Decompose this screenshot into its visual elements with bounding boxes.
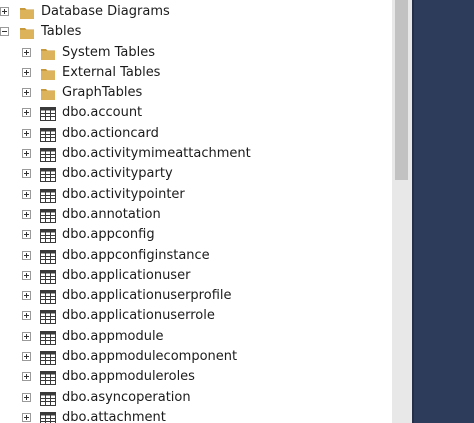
tree-node-label: Tables	[41, 24, 82, 40]
expand-icon[interactable]	[22, 392, 31, 402]
object-explorer-tree: Database Diagrams Tables System Tables Exte…	[0, 2, 392, 423]
tree-node-dbo-activityparty[interactable]: dbo.activityparty	[0, 164, 392, 184]
table-icon	[40, 309, 56, 328]
tree-node-external-tables[interactable]: External Tables	[0, 63, 392, 83]
tree-node-dbo-appconfig[interactable]: dbo.appconfig	[0, 225, 392, 245]
tree-node-graphtables[interactable]: GraphTables	[0, 83, 392, 103]
table-icon	[40, 188, 56, 207]
tree-node-dbo-asyncoperation[interactable]: dbo.asyncoperation	[0, 388, 392, 408]
expand-icon[interactable]	[22, 250, 31, 260]
table-icon	[40, 249, 56, 268]
tree-node-dbo-applicationuserprofile[interactable]: dbo.applicationuserprofile	[0, 286, 392, 306]
tree-node-dbo-account[interactable]: dbo.account	[0, 103, 392, 123]
tree-node-dbo-applicationuser[interactable]: dbo.applicationuser	[0, 266, 392, 286]
tree-node-label: dbo.attachment	[62, 409, 166, 423]
tree-node-label: dbo.account	[62, 105, 143, 121]
tree-node-dbo-appmoduleroles[interactable]: dbo.appmoduleroles	[0, 367, 392, 387]
tree-node-database-diagrams[interactable]: Database Diagrams	[0, 2, 392, 22]
tree-node-label: Database Diagrams	[41, 4, 170, 19]
object-explorer-tree-pane: Database Diagrams Tables System Tables Exte…	[0, 0, 392, 423]
tree-node-dbo-activitymimeattachment[interactable]: dbo.activitymimeattachment	[0, 144, 392, 164]
table-icon	[40, 411, 56, 423]
expand-icon[interactable]	[22, 331, 31, 341]
table-icon	[40, 330, 56, 349]
tree-node-label: External Tables	[62, 64, 161, 80]
folder-icon	[40, 66, 56, 85]
tree-node-dbo-appconfiginstance[interactable]: dbo.appconfiginstance	[0, 246, 392, 266]
tree-node-label: dbo.activityparty	[62, 166, 173, 182]
table-icon	[40, 127, 56, 146]
tree-node-dbo-appmodulecomponent[interactable]: dbo.appmodulecomponent	[0, 347, 392, 367]
tree-node-dbo-actioncard[interactable]: dbo.actioncard	[0, 124, 392, 144]
expand-icon[interactable]	[22, 47, 31, 57]
tree-node-label: GraphTables	[62, 85, 143, 101]
table-icon	[40, 208, 56, 227]
tree-node-label: dbo.applicationuser	[62, 267, 191, 283]
expand-icon[interactable]	[22, 270, 31, 280]
expand-icon[interactable]	[22, 128, 31, 138]
tree-node-tables[interactable]: Tables	[0, 22, 392, 42]
expand-icon[interactable]	[22, 209, 31, 219]
table-icon	[40, 228, 56, 247]
tree-node-label: dbo.applicationuserprofile	[62, 288, 232, 304]
folder-icon	[19, 25, 35, 44]
tree-node-label: dbo.annotation	[62, 206, 161, 222]
tree-node-dbo-activitypointer[interactable]: dbo.activitypointer	[0, 185, 392, 205]
tree-node-dbo-applicationuserrole[interactable]: dbo.applicationuserrole	[0, 306, 392, 326]
table-icon	[40, 370, 56, 389]
tree-node-label: dbo.asyncoperation	[62, 389, 191, 405]
vertical-scrollbar[interactable]	[392, 0, 412, 423]
expand-icon[interactable]	[22, 149, 31, 159]
expand-icon[interactable]	[22, 372, 31, 382]
table-icon	[40, 391, 56, 410]
tree-node-label: dbo.appconfiginstance	[62, 247, 210, 263]
expand-icon[interactable]	[22, 311, 31, 321]
folder-icon	[40, 46, 56, 65]
expand-icon[interactable]	[22, 412, 31, 422]
collapse-icon[interactable]	[0, 27, 9, 37]
table-icon	[40, 350, 56, 369]
tree-node-label: dbo.appconfig	[62, 227, 155, 243]
expand-icon[interactable]	[22, 108, 31, 118]
table-icon	[40, 289, 56, 308]
tree-node-label: dbo.activitypointer	[62, 186, 185, 202]
table-icon	[40, 167, 56, 186]
folder-icon	[40, 86, 56, 105]
tree-node-label: dbo.applicationuserrole	[62, 308, 215, 324]
expand-icon[interactable]	[22, 88, 31, 98]
tree-node-label: dbo.appmoduleroles	[62, 369, 195, 385]
table-icon	[40, 147, 56, 166]
editor-background-pane	[412, 0, 474, 423]
expand-icon[interactable]	[22, 189, 31, 199]
tree-node-dbo-annotation[interactable]: dbo.annotation	[0, 205, 392, 225]
pane-splitter[interactable]	[412, 0, 414, 423]
tree-node-label: dbo.appmodulecomponent	[62, 349, 238, 365]
expand-icon[interactable]	[22, 352, 31, 362]
expand-icon[interactable]	[0, 7, 9, 16]
object-explorer-window: Database Diagrams Tables System Tables Exte…	[0, 0, 474, 423]
expand-icon[interactable]	[22, 291, 31, 301]
table-icon	[40, 106, 56, 125]
tree-node-dbo-attachment[interactable]: dbo.attachment	[0, 408, 392, 423]
expand-icon[interactable]	[22, 169, 31, 179]
tree-node-label: dbo.appmodule	[62, 328, 164, 344]
scrollbar-thumb[interactable]	[395, 0, 408, 180]
tree-node-system-tables[interactable]: System Tables	[0, 43, 392, 63]
expand-icon[interactable]	[22, 67, 31, 77]
tree-node-dbo-appmodule[interactable]: dbo.appmodule	[0, 327, 392, 347]
tree-node-label: dbo.actioncard	[62, 125, 159, 141]
table-icon	[40, 269, 56, 288]
tree-node-label: System Tables	[62, 44, 155, 60]
folder-icon	[19, 5, 35, 24]
expand-icon[interactable]	[22, 230, 31, 240]
tree-node-label: dbo.activitymimeattachment	[62, 146, 251, 162]
